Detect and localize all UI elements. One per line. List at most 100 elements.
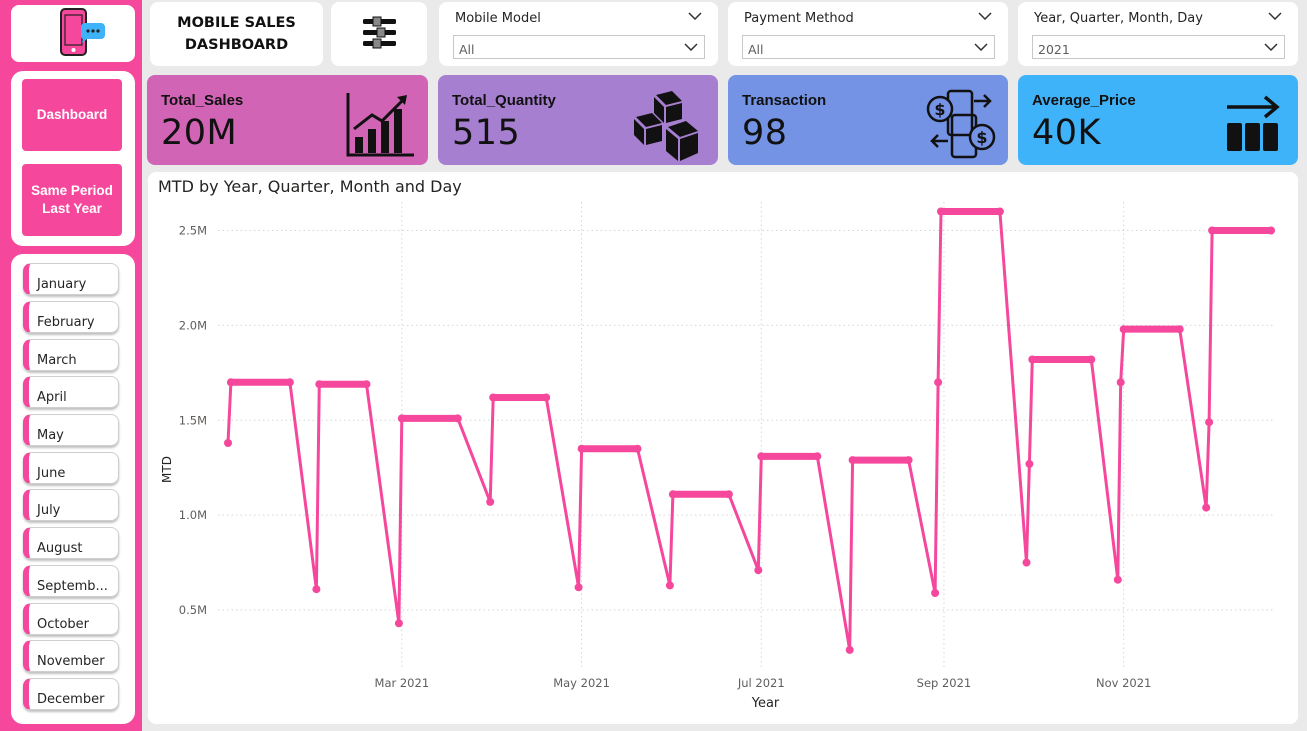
data-point [904,456,913,465]
payment-method-dropdown[interactable]: All [742,35,995,59]
x-tick-label: May 2021 [553,676,610,690]
nav-panel: Dashboard Same Period Last Year [11,71,135,246]
data-point [315,380,324,389]
month-label: January [37,277,87,292]
month-button-august[interactable]: August [23,527,119,559]
data-point [633,444,642,453]
slicer-title: Mobile Model [455,11,541,26]
y-tick-label: 1.0M [179,508,207,522]
data-point [224,439,232,447]
payment-method-slicer[interactable]: Payment Method All [728,2,1008,66]
data-point [397,414,406,423]
data-point [577,444,586,453]
series-line [226,210,1271,652]
sidebar: Dashboard Same Period Last Year January … [0,0,142,731]
phone-chat-logo-icon [60,8,105,56]
data-point [724,490,733,499]
month-button-december[interactable]: December [23,678,119,710]
data-point [1267,226,1275,235]
svg-text:$: $ [976,128,987,147]
data-point [489,393,498,402]
chevron-down-icon[interactable] [978,12,992,20]
month-button-march[interactable]: March [23,339,119,371]
month-button-july[interactable]: July [23,489,119,521]
mobile-model-slicer[interactable]: Mobile Model All [439,2,718,66]
data-point [845,645,854,654]
kpi-value: 515 [452,113,521,153]
data-point [226,378,235,387]
dashboard-button[interactable]: Dashboard [22,79,122,151]
month-button-november[interactable]: November [23,640,119,672]
month-button-september[interactable]: Septemb... [23,565,119,597]
month-button-may[interactable]: May [23,414,119,446]
y-tick-label: 0.5M [179,603,207,617]
kpi-card-average-price: Average_Price 40K [1018,75,1298,165]
kpi-label: Average_Price [1032,92,1136,109]
month-label: April [37,390,67,405]
bar-growth-chart-icon [346,93,414,157]
dashboard-label: Dashboard [36,107,108,122]
month-button-april[interactable]: April [23,376,119,408]
data-point [1022,558,1031,567]
data-point [1025,459,1034,468]
kpi-card-total-sales: Total_Sales 20M [147,75,428,165]
same-period-label: Same Period Last Year [31,183,113,216]
data-point [453,414,462,423]
month-label: February [37,315,95,330]
chevron-down-icon [1264,43,1278,51]
data-point [1087,355,1096,364]
month-button-june[interactable]: June [23,452,119,484]
data-point [848,456,857,465]
x-tick-label: Sep 2021 [917,676,972,690]
y-tick-label: 2.5M [179,223,207,237]
month-label: October [37,617,90,632]
data-point [1202,503,1211,512]
data-point [1208,226,1217,235]
kpi-label: Total_Quantity [452,92,556,109]
date-hierarchy-slicer[interactable]: Year, Quarter, Month, Day 2021 [1018,2,1298,66]
slicer-value: All [459,42,475,57]
mobile-model-dropdown[interactable]: All [453,35,705,59]
data-point [937,207,945,216]
filter-toggle-button[interactable] [331,2,427,66]
arrow-bars-icon [1227,95,1280,151]
month-button-october[interactable]: October [23,603,119,635]
data-point [312,585,321,594]
data-point [1113,575,1122,584]
chart-plot: 0.5M 1.0M 1.5M 2.0M 2.5M Mar 2021 May 2021 Jul … [160,202,1275,711]
kpi-card-transaction: Transaction 98 $ $ [728,75,1008,165]
title-line-1: MOBILE SALES [177,15,296,31]
y-axis-title: MTD [160,456,174,483]
data-point [754,566,763,575]
month-label: June [37,466,66,481]
data-point [542,393,551,402]
data-point [934,378,943,387]
chevron-down-icon[interactable] [688,12,702,20]
data-point [1205,418,1214,427]
chevron-down-icon[interactable] [1268,12,1282,20]
money-transfer-icon: $ $ [926,89,996,159]
month-button-february[interactable]: February [23,301,119,333]
data-point [1119,325,1128,334]
date-hierarchy-dropdown[interactable]: 2021 [1032,35,1285,59]
data-point [1028,355,1037,364]
slicer-value: All [748,42,764,57]
x-axis-title: Year [751,696,780,711]
data-point [931,589,940,597]
kpi-value: 98 [742,113,788,153]
kpi-value: 20M [161,113,238,153]
data-point [285,378,294,387]
svg-text:$: $ [934,100,945,119]
month-label: Septemb... [37,579,108,594]
title-line-2: DASHBOARD [184,37,289,53]
x-tick-label: Nov 2021 [1096,676,1151,690]
kpi-label: Total_Sales [161,92,244,109]
data-point [995,207,1004,216]
data-point [665,581,674,590]
same-period-last-year-button[interactable]: Same Period Last Year [22,164,122,236]
month-button-january[interactable]: January [23,263,119,295]
y-tick-label: 2.0M [179,318,207,332]
slicer-value: 2021 [1038,42,1070,57]
dashboard-title: MOBILE SALES DASHBOARD [150,2,323,66]
data-point [1175,325,1184,334]
